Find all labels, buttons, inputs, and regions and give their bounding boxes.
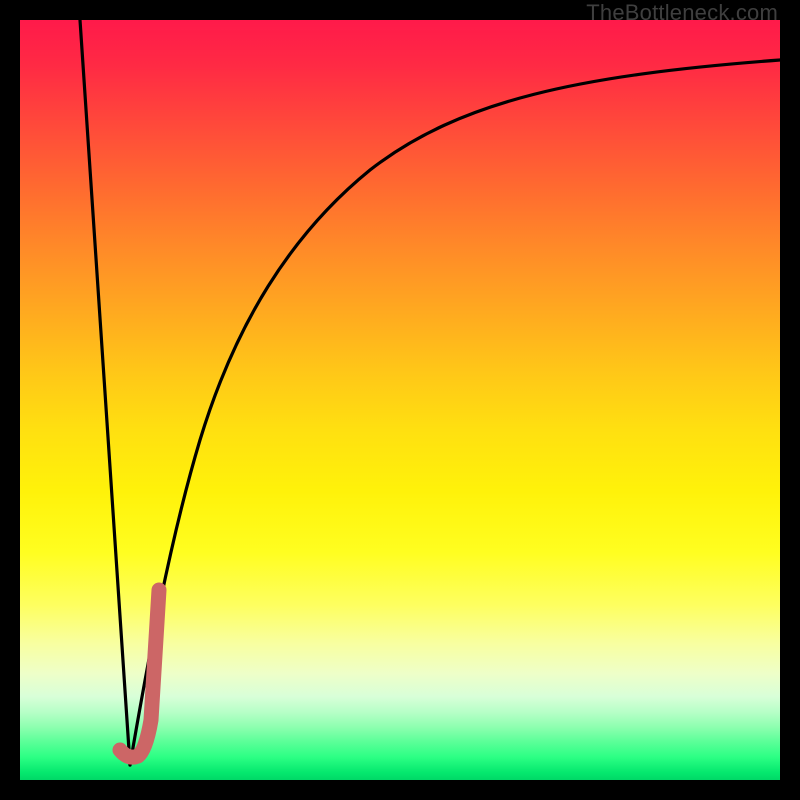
curve-layer xyxy=(20,20,780,780)
highlight-segment xyxy=(120,590,159,757)
curve-right xyxy=(130,60,780,765)
curve-left xyxy=(80,20,130,765)
chart-frame: TheBottleneck.com xyxy=(0,0,800,800)
plot-area xyxy=(20,20,780,780)
